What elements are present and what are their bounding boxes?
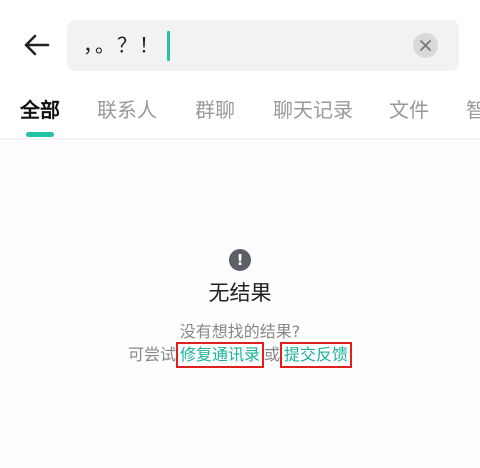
- search-query: ，。？！: [83, 33, 161, 57]
- empty-results-panel: ! 无结果 没有想找的结果? 可尝试 修复通讯录或提交反馈: [0, 140, 480, 468]
- search-category-tabs: 全部 联系人 群聊 聊天记录 文件 智: [0, 80, 480, 138]
- no-result-title: 无结果: [208, 281, 272, 305]
- tab-group-chats[interactable]: 群聊: [195, 94, 235, 123]
- suggested-actions: 可尝试 修复通讯录或提交反馈: [0, 341, 480, 368]
- no-result-hint: 没有想找的结果?: [179, 322, 301, 341]
- arrow-left-icon: [24, 34, 50, 56]
- repair-contacts-link[interactable]: 修复通讯录: [175, 342, 264, 368]
- tab-files[interactable]: 文件: [389, 94, 429, 123]
- tab-contacts[interactable]: 联系人: [97, 94, 157, 123]
- tab-all[interactable]: 全部: [20, 94, 60, 123]
- active-tab-indicator: [26, 132, 54, 137]
- search-input[interactable]: ，。？！: [67, 20, 459, 71]
- back-button[interactable]: [20, 28, 54, 62]
- actions-connector: 或: [264, 345, 281, 364]
- actions-prefix: 可尝试: [127, 345, 176, 364]
- close-icon: [420, 40, 431, 51]
- submit-feedback-link[interactable]: 提交反馈: [280, 342, 353, 368]
- top-bar: ，。？！: [0, 0, 480, 80]
- exclamation-circle-icon: !: [229, 249, 251, 271]
- tab-more-partial[interactable]: 智: [466, 94, 480, 123]
- clear-search-button[interactable]: [413, 33, 438, 58]
- text-caret: [167, 31, 170, 61]
- tab-chat-history[interactable]: 聊天记录: [273, 94, 353, 123]
